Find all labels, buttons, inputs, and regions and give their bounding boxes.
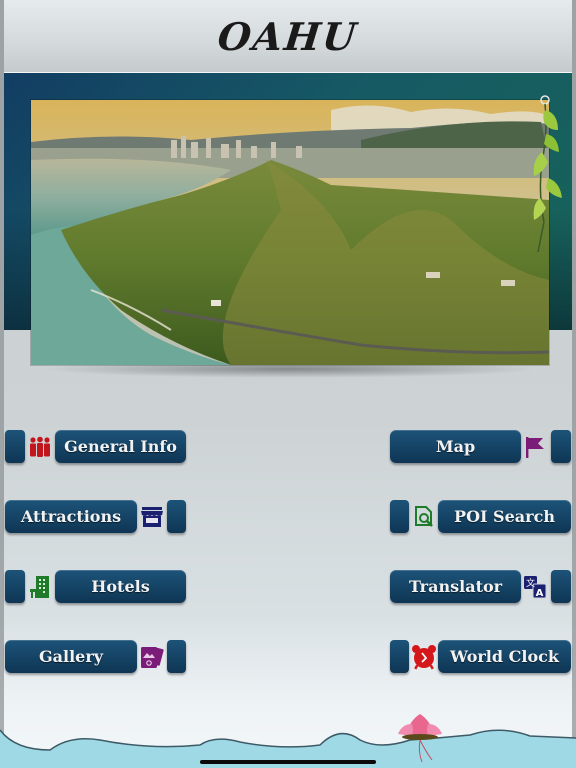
gallery-label: Gallery [38, 647, 104, 666]
attractions-label: Attractions [20, 507, 122, 526]
general-info-button[interactable]: General Info [55, 430, 186, 463]
document-search-icon [411, 504, 437, 530]
home-indicator[interactable] [200, 760, 376, 764]
gallery-cap [167, 640, 186, 673]
world-clock-label: World Clock [450, 647, 559, 666]
vine-decoration-icon [533, 95, 562, 252]
world-clock-button[interactable]: World Clock [438, 640, 571, 673]
map-button[interactable]: Map [390, 430, 521, 463]
water-footer-decoration [0, 714, 576, 768]
translator-label: Translator [408, 577, 503, 596]
translator-button[interactable]: Translator [390, 570, 521, 603]
general-info-label: General Info [64, 437, 177, 456]
storefront-icon [139, 504, 165, 530]
hotels-button[interactable]: Hotels [55, 570, 186, 603]
gallery-button[interactable]: Gallery [5, 640, 137, 673]
world-clock-cap [390, 640, 409, 673]
hero-photo [31, 100, 549, 365]
svg-text:A: A [536, 588, 544, 599]
hotels-label: Hotels [91, 577, 150, 596]
page-title: OAHU [215, 13, 361, 59]
alarm-clock-icon [411, 644, 437, 670]
title-bar: OAHU [4, 0, 572, 73]
general-info-cap [5, 430, 25, 463]
svg-text:文: 文 [526, 577, 535, 589]
hero-photo-illustration [31, 100, 549, 365]
translate-icon: 文 A [522, 574, 548, 600]
hotels-cap [5, 570, 25, 603]
hotel-building-icon [27, 574, 53, 600]
translator-cap [551, 570, 571, 603]
frame-edge-right [572, 0, 576, 768]
photo-gallery-icon [139, 644, 165, 670]
attractions-button[interactable]: Attractions [5, 500, 137, 533]
map-label: Map [435, 437, 476, 456]
map-cap [551, 430, 571, 463]
poi-search-button[interactable]: POI Search [438, 500, 571, 533]
flag-icon [522, 434, 548, 460]
poi-search-label: POI Search [454, 507, 555, 526]
attractions-cap [167, 500, 186, 533]
people-group-icon [27, 434, 53, 460]
poi-search-cap [390, 500, 409, 533]
